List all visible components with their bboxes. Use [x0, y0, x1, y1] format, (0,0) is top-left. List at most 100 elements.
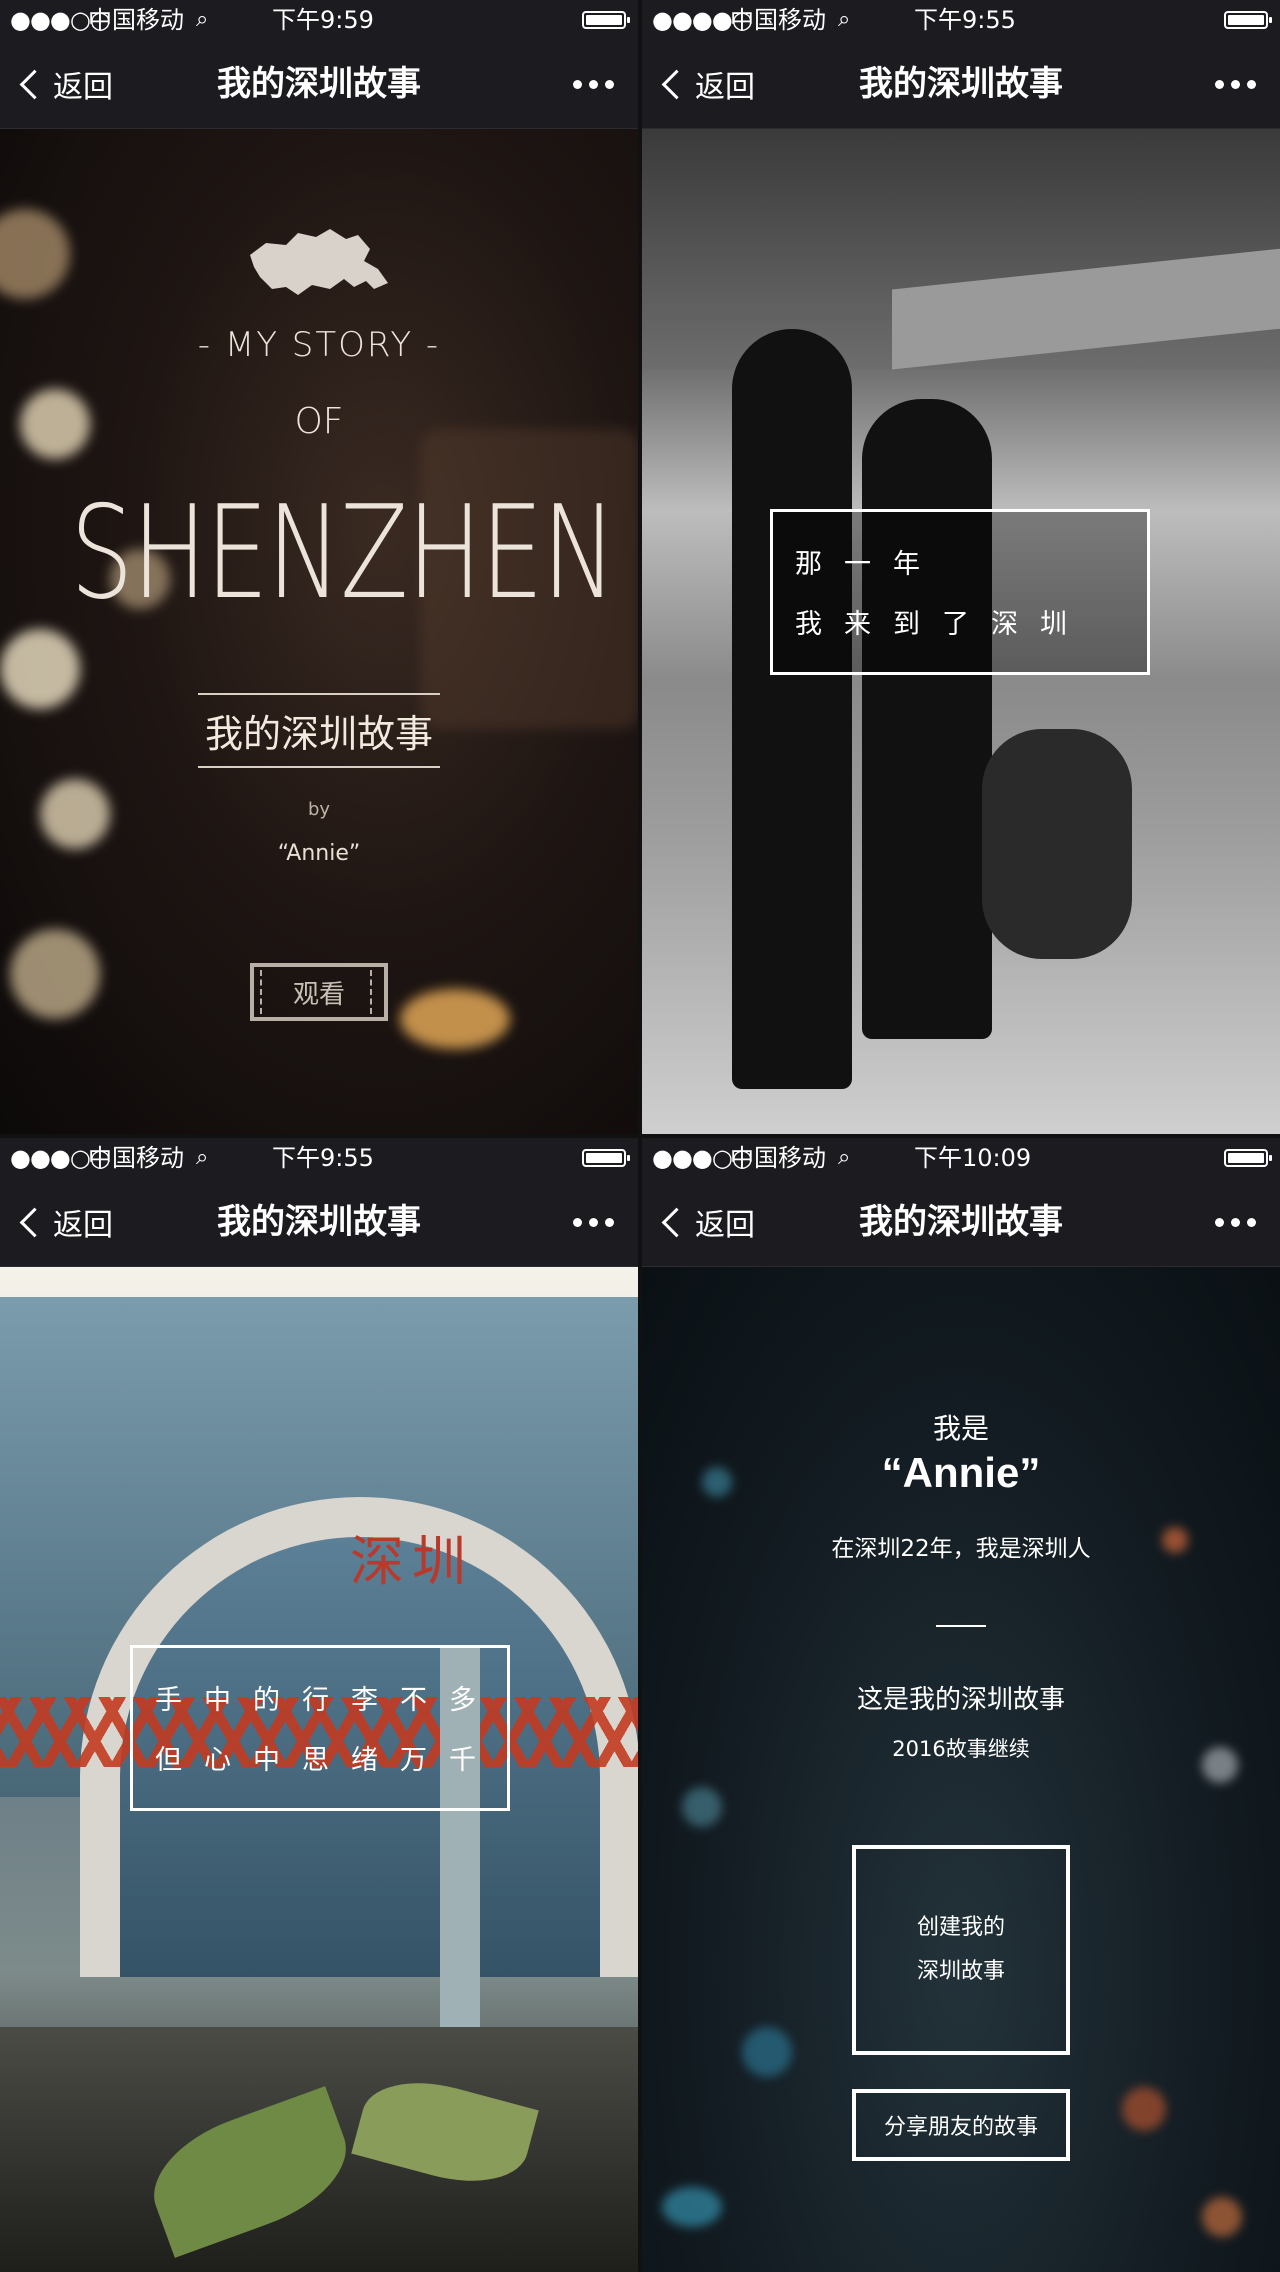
screen-ending: ●●●○○ 中国移动 ⌕ 下午10:09 我的深圳故事 返回 我是 “Annie…	[642, 1138, 1280, 2272]
chevron-left-icon	[661, 1207, 692, 1237]
create-label-line-2: 深圳故事	[916, 1959, 1005, 1984]
traveler-silhouette	[732, 329, 852, 1089]
more-dot-icon	[1231, 79, 1240, 89]
bokeh-light	[0, 209, 70, 299]
carrier-label: 中国移动	[88, 6, 184, 34]
more-dot-icon	[1247, 79, 1256, 89]
chevron-left-icon	[19, 1207, 50, 1237]
caption-line-1: 手中的行李不多	[155, 1685, 498, 1716]
screen-cover: ●●●○○ 中国移动 ⌕ 下午9:59 我的深圳故事 返回 - MY STORY…	[0, 0, 638, 1134]
nav-bar: 我的深圳故事 返回	[642, 1178, 1280, 1267]
back-label: 返回	[695, 70, 755, 105]
chevron-left-icon	[19, 69, 50, 99]
more-dot-icon	[573, 1217, 582, 1227]
battery-icon	[1224, 1149, 1272, 1167]
watch-button[interactable]: 观看	[250, 963, 388, 1021]
traveler-silhouette	[862, 399, 992, 1039]
bokeh-light	[1122, 2087, 1166, 2131]
author-name: “Annie”	[881, 1449, 1041, 1496]
screenshot-grid: ●●●○○ 中国移动 ⌕ 下午9:59 我的深圳故事 返回 - MY STORY…	[0, 0, 1280, 2272]
continue-text: 2016故事继续	[892, 1737, 1030, 1761]
station-photo: 深圳 手中的行李不多 但心中思绪万千	[0, 1267, 638, 2272]
caption-box: 那一年 我来到了深圳	[770, 509, 1150, 675]
ending-content: 我是 “Annie” 在深圳22年，我是深圳人 这是我的深圳故事 2016故事继…	[642, 1267, 1280, 2272]
station-sign-text: 深圳	[350, 1530, 474, 1593]
create-story-button[interactable]: 创建我的 深圳故事	[852, 1845, 1070, 2055]
seated-person	[982, 729, 1132, 959]
battery-icon	[1224, 11, 1272, 29]
back-button[interactable]: 返回	[18, 62, 113, 106]
more-dot-icon	[589, 1217, 598, 1227]
status-time: 下午9:55	[272, 1144, 374, 1172]
wifi-icon: ⌕	[196, 7, 209, 32]
caption-line-2: 我来到了深圳	[795, 609, 1089, 640]
status-time: 下午10:09	[914, 1144, 1032, 1172]
more-dot-icon	[1215, 79, 1224, 89]
story-text: 这是我的深圳故事	[856, 1685, 1065, 1715]
bokeh-light	[10, 929, 100, 1019]
caption-line-2: 但心中思绪万千	[155, 1745, 498, 1776]
status-bar: ●●●○○ 中国移动 ⌕ 下午9:55	[0, 1138, 638, 1178]
more-dot-icon	[589, 79, 598, 89]
status-bar: ●●●●○ 中国移动 ⌕ 下午9:55	[642, 0, 1280, 40]
caption-line-1: 那一年	[795, 549, 942, 580]
bokeh-light	[1202, 2197, 1242, 2237]
status-time: 下午9:59	[272, 6, 374, 34]
nav-bar: 我的深圳故事 返回	[0, 1178, 638, 1267]
more-dot-icon	[1231, 1217, 1240, 1227]
watch-label: 观看	[292, 979, 345, 1010]
wifi-icon: ⌕	[196, 1145, 209, 1170]
back-button[interactable]: 返回	[660, 62, 755, 106]
chevron-left-icon	[661, 69, 692, 99]
back-button[interactable]: 返回	[660, 1200, 755, 1244]
battery-icon	[582, 11, 630, 29]
more-menu-button[interactable]	[1215, 70, 1256, 98]
create-label-line-1: 创建我的	[916, 1915, 1005, 1940]
years-text: 在深圳22年，我是深圳人	[831, 1536, 1091, 1562]
status-bar: ●●●○○ 中国移动 ⌕ 下午9:59	[0, 0, 638, 40]
status-time: 下午9:55	[914, 6, 1016, 34]
divider	[936, 1625, 986, 1627]
caption-box: 手中的行李不多 但心中思绪万千	[130, 1645, 510, 1811]
screen-station: ●●●○○ 中国移动 ⌕ 下午9:55 我的深圳故事 返回 深圳 手中的行李不多…	[0, 1138, 638, 2272]
cover-title-cn: 我的深圳故事	[198, 693, 440, 768]
back-button[interactable]: 返回	[18, 1200, 113, 1244]
bokeh-light	[682, 1787, 722, 1827]
cover-author: “Annie”	[277, 841, 361, 866]
more-dot-icon	[605, 1217, 614, 1227]
cover-by: by	[307, 799, 331, 820]
back-label: 返回	[53, 70, 113, 105]
more-menu-button[interactable]	[1215, 1208, 1256, 1236]
cover-city: SHENZHEN	[70, 479, 617, 628]
more-dot-icon	[1247, 1217, 1256, 1227]
bokeh-light	[742, 2027, 792, 2077]
back-label: 返回	[695, 1208, 755, 1243]
shenzhen-map-icon	[250, 229, 388, 295]
share-friend-story-button[interactable]: 分享朋友的故事	[852, 2089, 1070, 2161]
nav-bar: 我的深圳故事 返回	[642, 40, 1280, 129]
arrival-photo: 那一年 我来到了深圳	[642, 129, 1280, 1134]
bokeh-light	[662, 2187, 722, 2227]
more-menu-button[interactable]	[573, 70, 614, 98]
more-menu-button[interactable]	[573, 1208, 614, 1236]
carrier-label: 中国移动	[730, 6, 826, 34]
screen-arrival: ●●●●○ 中国移动 ⌕ 下午9:55 我的深圳故事 返回 那一年 我来到了深圳	[642, 0, 1280, 1134]
share-label: 分享朋友的故事	[883, 2115, 1038, 2140]
intro-text: 我是	[932, 1412, 989, 1445]
nav-bar: 我的深圳故事 返回	[0, 40, 638, 129]
carrier-label: 中国移动	[730, 1144, 826, 1172]
bokeh-light	[400, 989, 510, 1049]
bokeh-light	[0, 629, 80, 709]
battery-icon	[582, 1149, 630, 1167]
more-dot-icon	[1215, 1217, 1224, 1227]
more-dot-icon	[605, 79, 614, 89]
wifi-icon: ⌕	[838, 7, 851, 32]
cover-line-of: OF	[294, 401, 344, 442]
back-label: 返回	[53, 1208, 113, 1243]
more-dot-icon	[573, 79, 582, 89]
carrier-label: 中国移动	[88, 1144, 184, 1172]
cover-line-my-story: - MY STORY -	[197, 325, 441, 365]
cover-content: - MY STORY - OF SHENZHEN 我的深圳故事 by “Anni…	[0, 129, 638, 1134]
wifi-icon: ⌕	[838, 1145, 851, 1170]
status-bar: ●●●○○ 中国移动 ⌕ 下午10:09	[642, 1138, 1280, 1178]
